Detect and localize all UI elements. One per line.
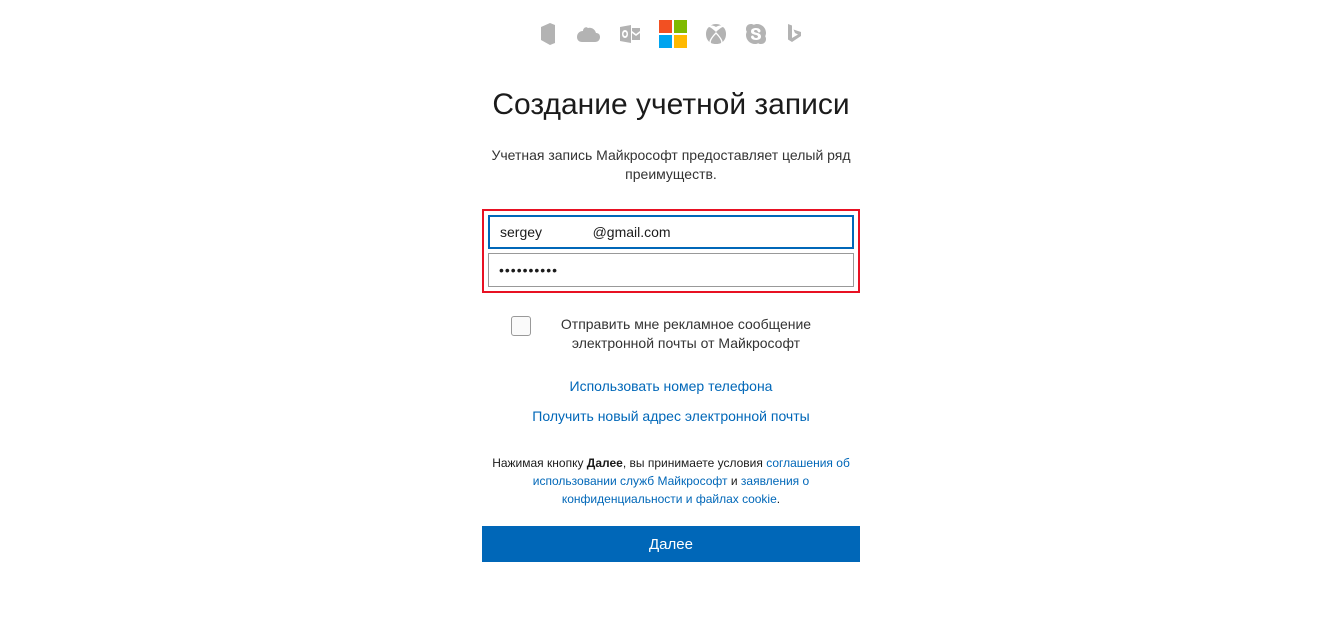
terms-button-name: Далее xyxy=(587,456,623,470)
outlook-icon xyxy=(619,24,641,44)
password-field[interactable] xyxy=(488,253,854,287)
office-icon xyxy=(539,23,557,45)
bing-icon xyxy=(785,23,803,45)
page-title: Создание учетной записи xyxy=(492,86,849,124)
marketing-checkbox-label: Отправить мне рекламное сообщение электр… xyxy=(541,315,831,353)
xbox-icon xyxy=(705,23,727,45)
email-field[interactable] xyxy=(488,215,854,249)
terms-prefix: Нажимая кнопку xyxy=(492,456,587,470)
service-icon-row xyxy=(539,20,803,48)
use-phone-link[interactable]: Использовать номер телефона xyxy=(570,378,773,394)
terms-text: Нажимая кнопку Далее, вы принимаете усло… xyxy=(491,454,851,508)
page-subtitle: Учетная запись Майкрософт предоставляет … xyxy=(486,146,856,185)
marketing-checkbox[interactable] xyxy=(511,316,531,336)
signup-container: Создание учетной записи Учетная запись М… xyxy=(471,20,871,629)
terms-mid1: , вы принимаете условия xyxy=(623,456,766,470)
get-new-email-link[interactable]: Получить новый адрес электронной почты xyxy=(532,408,809,424)
skype-icon xyxy=(745,23,767,45)
input-group-highlight xyxy=(482,209,860,293)
onedrive-icon xyxy=(575,25,601,43)
terms-suffix: . xyxy=(777,492,780,506)
next-button[interactable]: Далее xyxy=(482,526,860,562)
terms-mid2: и xyxy=(728,474,741,488)
microsoft-logo-icon xyxy=(659,20,687,48)
marketing-checkbox-row: Отправить мне рекламное сообщение электр… xyxy=(511,315,831,353)
